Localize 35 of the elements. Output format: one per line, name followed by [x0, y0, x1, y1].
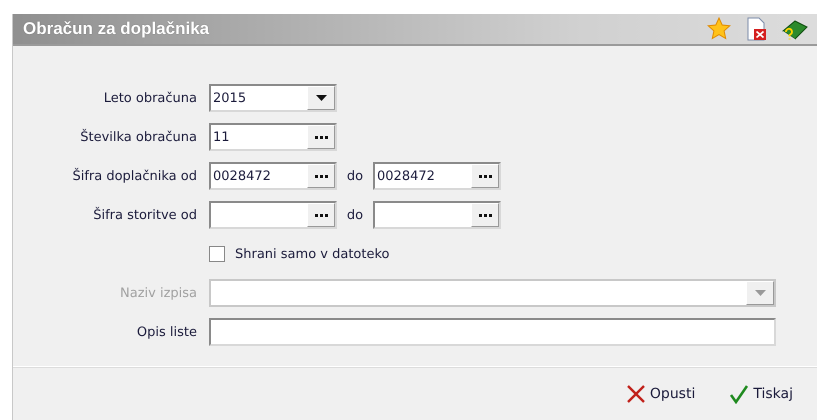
caret-icon — [316, 95, 326, 101]
browse-button[interactable] — [471, 203, 499, 227]
lookup-field[interactable]: 0028472 — [373, 162, 501, 190]
lookup-field[interactable]: 0028472 — [209, 162, 337, 190]
print-button[interactable]: Tiskaj — [727, 382, 795, 406]
text-input[interactable]: 0028472 — [375, 164, 471, 188]
text-input[interactable]: 11 — [211, 125, 307, 149]
text-input[interactable]: 0028472 — [211, 164, 307, 188]
range-separator: do — [346, 168, 364, 184]
text-input[interactable]: 2015 — [211, 86, 307, 110]
window-title: Obračun za doplačnika — [23, 19, 210, 39]
close-icon — [626, 384, 646, 404]
star-icon[interactable] — [707, 17, 731, 41]
field-label: Šifra storitve od — [93, 208, 197, 222]
browse-button[interactable] — [307, 203, 335, 227]
browse-button[interactable] — [307, 125, 335, 149]
checkbox-label: Shrani samo v datoteko — [235, 246, 390, 262]
field-label: Številka obračuna — [80, 130, 197, 144]
dropdown-button[interactable] — [307, 86, 335, 110]
document-delete-icon[interactable] — [745, 17, 767, 41]
browse-button[interactable] — [471, 164, 499, 188]
range-separator: do — [346, 208, 364, 222]
checkbox[interactable] — [209, 246, 225, 262]
caret-icon — [754, 290, 766, 296]
lookup-field[interactable] — [209, 201, 337, 229]
cancel-button[interactable]: Opusti — [624, 382, 698, 406]
dropdown-field[interactable]: 2015 — [209, 84, 337, 112]
browse-button[interactable] — [307, 164, 335, 188]
field-label: Šifra doplačnika od — [72, 168, 197, 184]
check-icon — [729, 384, 750, 404]
lookup-field[interactable] — [373, 201, 501, 229]
field-label: Naziv izpisa — [120, 286, 197, 300]
field-label: Leto obračuna — [104, 90, 197, 106]
field-label: Opis liste — [136, 324, 197, 340]
lookup-field[interactable]: 11 — [209, 123, 337, 151]
